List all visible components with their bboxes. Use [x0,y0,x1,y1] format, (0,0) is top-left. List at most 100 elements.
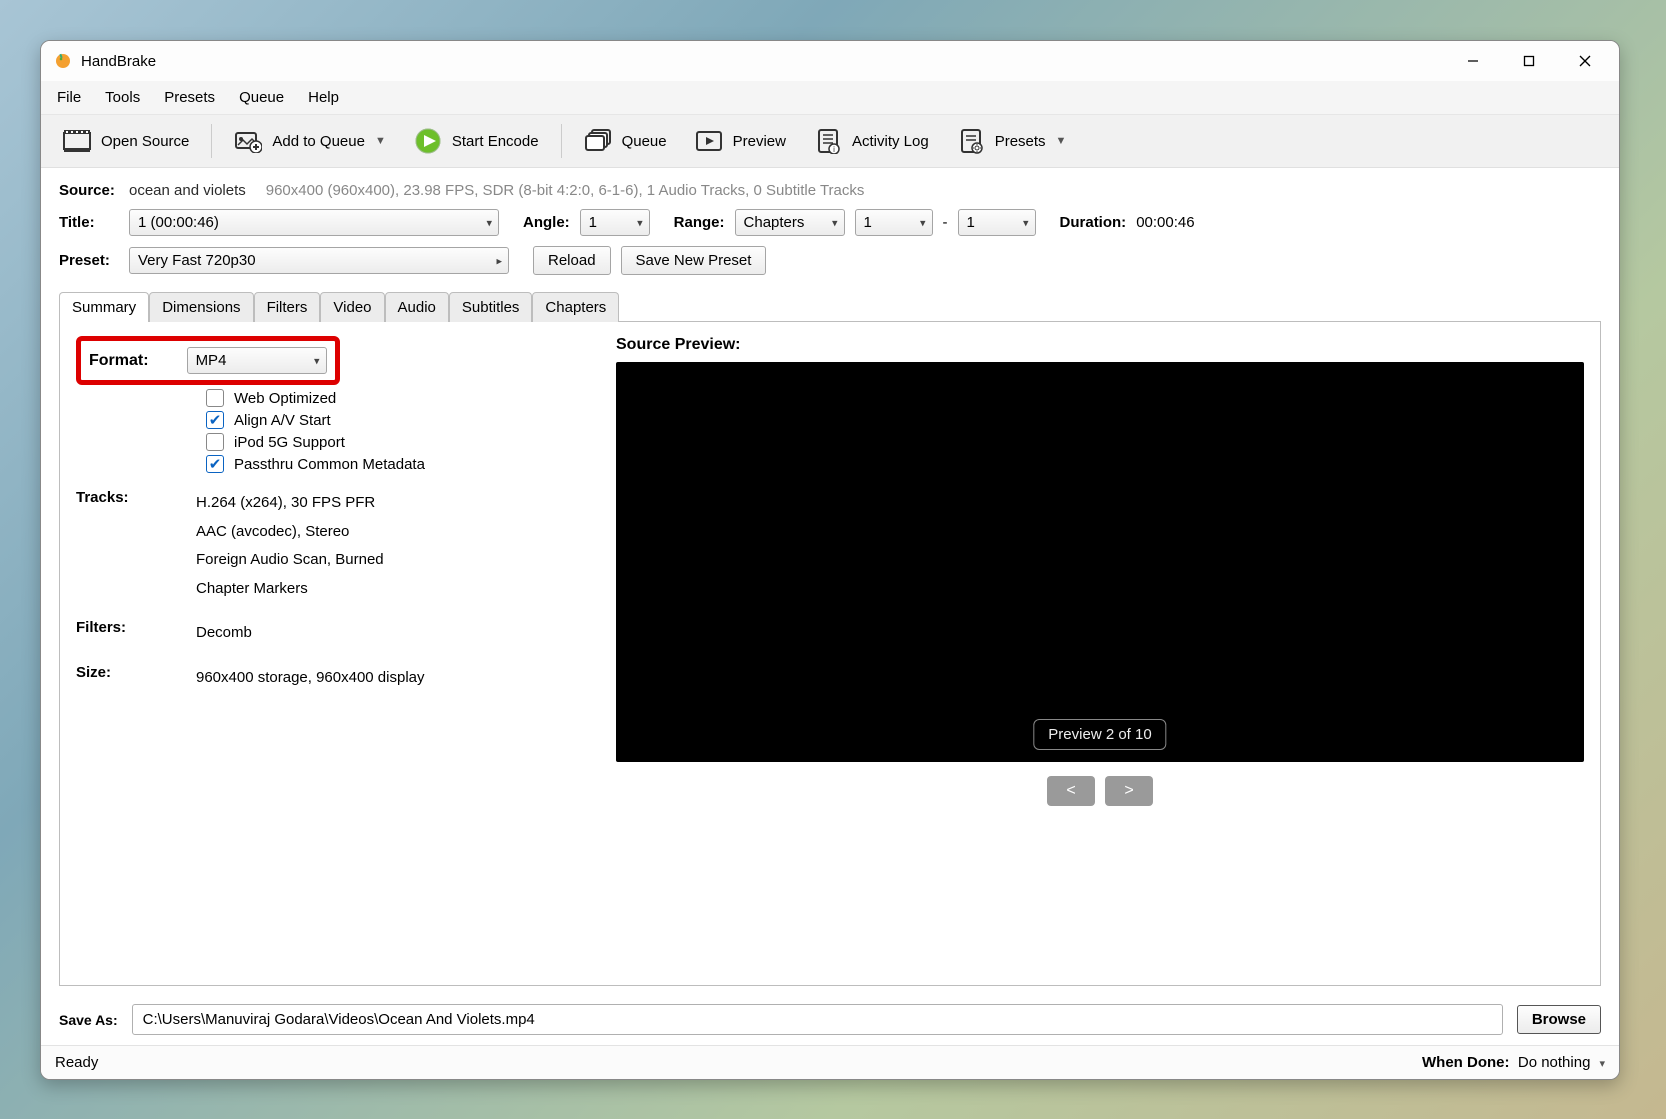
preview-next-button[interactable]: > [1105,776,1153,806]
save-as-input[interactable] [132,1004,1503,1035]
title-select[interactable]: 1 (00:00:46) [129,209,499,236]
log-icon: i [814,127,842,155]
menu-file[interactable]: File [55,87,83,108]
app-icon [53,51,73,71]
range-mode-value: Chapters [744,214,805,231]
range-from-value: 1 [864,214,872,231]
align-av-label: Align A/V Start [234,412,331,429]
chevron-down-icon: ▼ [375,135,386,147]
when-done-label: When Done: [1422,1054,1510,1071]
filters-label: Filters: [76,619,146,648]
track-line: H.264 (x264), 30 FPS PFR [196,489,384,518]
presets-icon [957,127,985,155]
film-icon [63,127,91,155]
status-text: Ready [55,1054,98,1071]
format-label: Format: [89,352,149,370]
queue-button[interactable]: Queue [572,121,679,161]
format-select[interactable]: MP4 [187,347,327,374]
ipod-5g-label: iPod 5G Support [234,434,345,451]
preview-label: Preview [733,133,786,150]
range-to-value: 1 [967,214,975,231]
svg-text:i: i [833,145,835,154]
save-new-preset-button[interactable]: Save New Preset [621,246,767,275]
menubar: File Tools Presets Queue Help [41,81,1619,115]
tab-filters[interactable]: Filters [254,292,321,322]
passthru-metadata-checkbox[interactable] [206,455,224,473]
toolbar: Open Source Add to Queue ▼ Start Encode … [41,115,1619,168]
tab-summary[interactable]: Summary [59,292,149,322]
tabs: Summary Dimensions Filters Video Audio S… [59,291,1601,322]
menu-queue[interactable]: Queue [237,87,286,108]
open-source-button[interactable]: Open Source [51,121,201,161]
source-label: Source: [59,182,119,199]
angle-value: 1 [589,214,597,231]
titlebar: HandBrake [41,41,1619,81]
tab-audio[interactable]: Audio [385,292,449,322]
ipod-5g-checkbox[interactable] [206,433,224,451]
queue-icon [584,127,612,155]
align-av-checkbox[interactable] [206,411,224,429]
open-source-label: Open Source [101,133,189,150]
menu-tools[interactable]: Tools [103,87,142,108]
source-preview-label: Source Preview: [616,336,1584,354]
preset-select[interactable]: Very Fast 720p30 [129,247,509,274]
source-name: ocean and violets [129,182,246,199]
duration-label: Duration: [1060,214,1127,231]
tab-video[interactable]: Video [320,292,384,322]
tab-chapters[interactable]: Chapters [532,292,619,322]
summary-panel: Format: MP4 Web Optimized Align A/V Star… [59,322,1601,986]
tracks-values: H.264 (x264), 30 FPS PFR AAC (avcodec), … [196,489,384,603]
reload-button[interactable]: Reload [533,246,611,275]
maximize-button[interactable] [1501,41,1557,81]
preview-prev-button[interactable]: < [1047,776,1095,806]
preset-value: Very Fast 720p30 [138,252,256,269]
minimize-button[interactable] [1445,41,1501,81]
range-from-select[interactable]: 1 [855,209,933,236]
title-value: 1 (00:00:46) [138,214,219,231]
source-preview: Preview 2 of 10 [616,362,1584,762]
separator [561,124,562,158]
preview-icon [695,127,723,155]
start-encode-label: Start Encode [452,133,539,150]
range-to-select[interactable]: 1 [958,209,1036,236]
preview-button[interactable]: Preview [683,121,798,161]
duration-value: 00:00:46 [1136,214,1194,231]
range-separator: - [943,214,948,231]
track-line: Foreign Audio Scan, Burned [196,546,384,575]
preset-label: Preset: [59,252,119,269]
format-value: MP4 [196,352,227,369]
web-optimized-checkbox[interactable] [206,389,224,407]
add-to-queue-button[interactable]: Add to Queue ▼ [222,121,397,161]
range-label: Range: [674,214,725,231]
size-label: Size: [76,664,146,693]
tracks-label: Tracks: [76,489,146,603]
angle-select[interactable]: 1 [580,209,650,236]
activity-log-label: Activity Log [852,133,929,150]
chevron-down-icon: ▼ [1056,135,1067,147]
activity-log-button[interactable]: i Activity Log [802,121,941,161]
size-value: 960x400 storage, 960x400 display [196,664,425,693]
title-label: Title: [59,214,119,231]
add-to-queue-label: Add to Queue [272,133,365,150]
app-window: HandBrake File Tools Presets Queue Help … [40,40,1620,1080]
angle-label: Angle: [523,214,570,231]
tab-subtitles[interactable]: Subtitles [449,292,533,322]
window-title: HandBrake [81,53,156,70]
save-as-label: Save As: [59,1012,118,1028]
preview-badge: Preview 2 of 10 [1033,719,1166,750]
start-encode-button[interactable]: Start Encode [402,121,551,161]
menu-presets[interactable]: Presets [162,87,217,108]
when-done-select[interactable]: Do nothing [1518,1054,1605,1071]
track-line: AAC (avcodec), Stereo [196,518,384,547]
menu-help[interactable]: Help [306,87,341,108]
presets-label: Presets [995,133,1046,150]
tab-dimensions[interactable]: Dimensions [149,292,253,322]
source-meta: 960x400 (960x400), 23.98 FPS, SDR (8-bit… [266,182,865,199]
play-icon [414,127,442,155]
range-mode-select[interactable]: Chapters [735,209,845,236]
browse-button[interactable]: Browse [1517,1005,1601,1034]
close-button[interactable] [1557,41,1613,81]
queue-label: Queue [622,133,667,150]
add-queue-icon [234,127,262,155]
presets-button[interactable]: Presets ▼ [945,121,1079,161]
